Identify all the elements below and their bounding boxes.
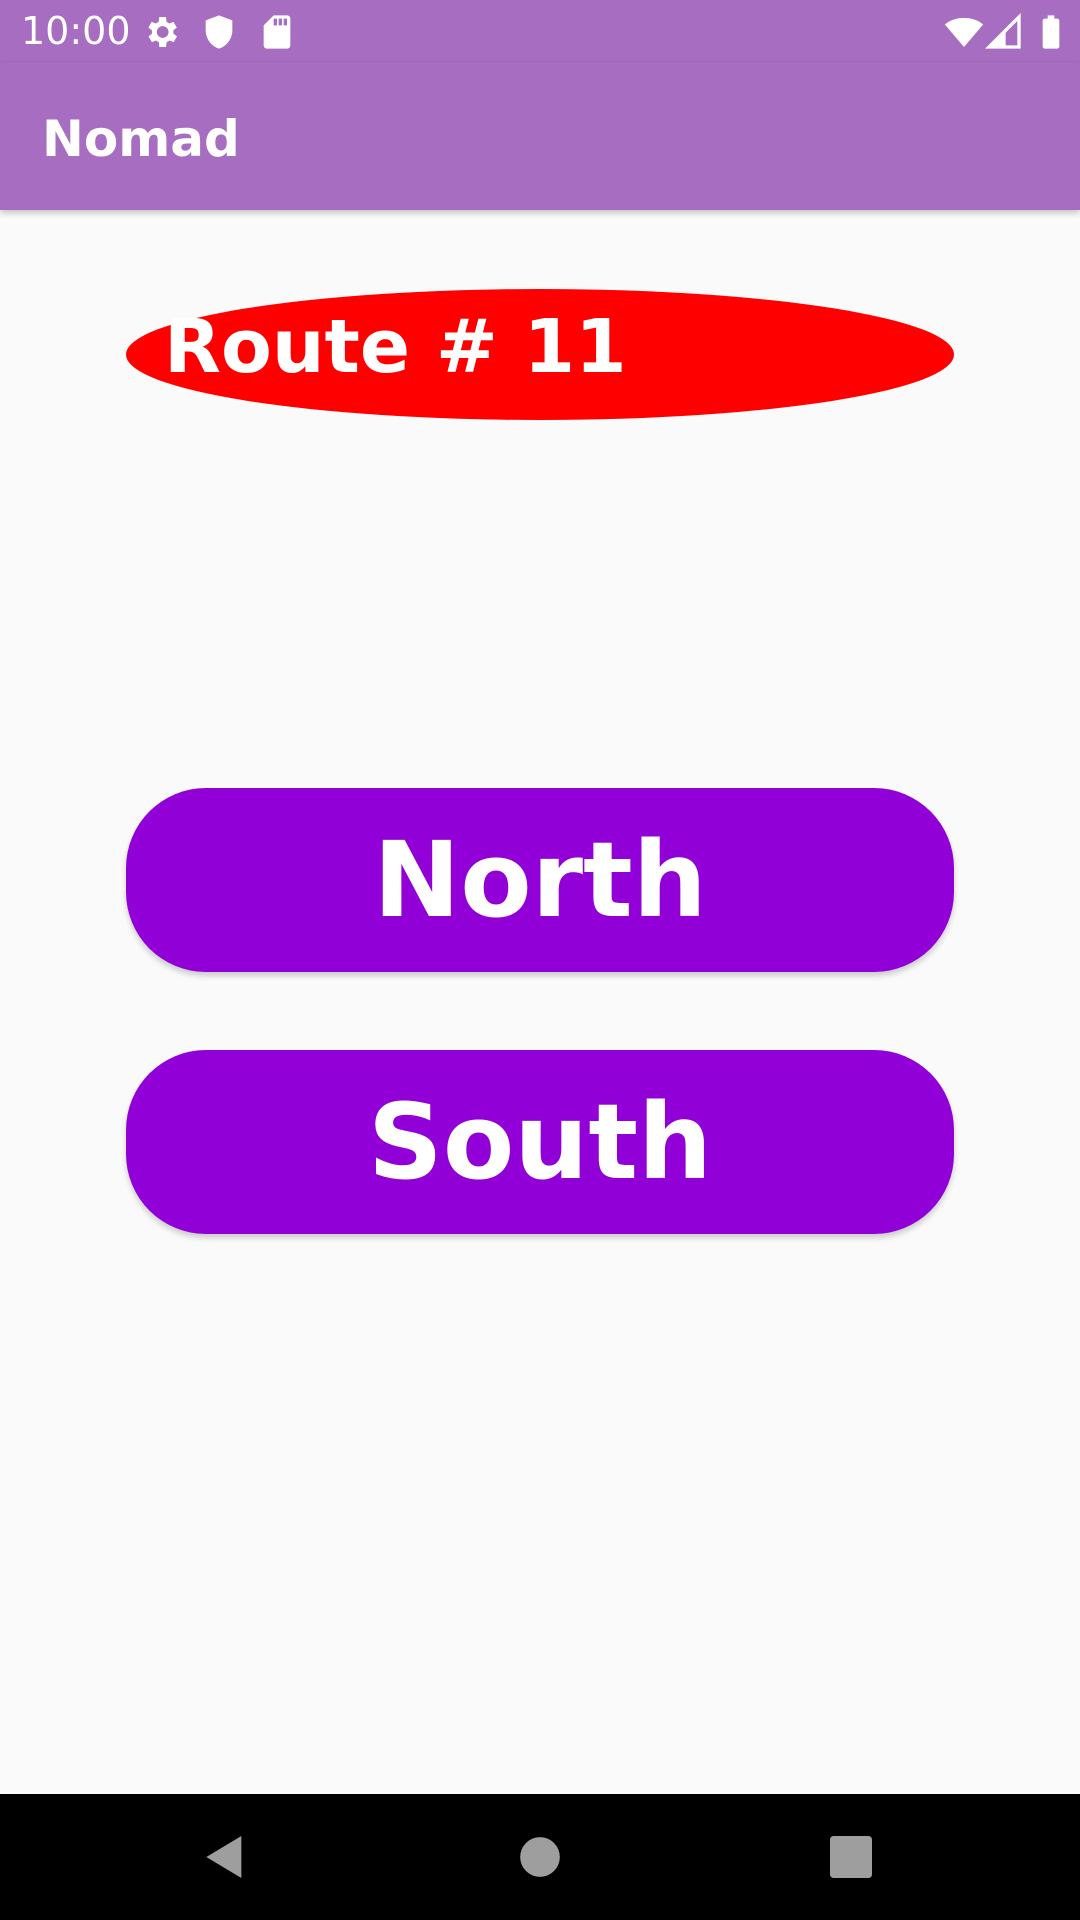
south-button[interactable]: South <box>126 1050 954 1234</box>
status-bar: 10:00 <box>0 0 1080 63</box>
recents-icon[interactable] <box>816 1822 886 1892</box>
wifi-icon <box>944 12 984 52</box>
back-icon[interactable] <box>190 1822 260 1892</box>
cell-signal-icon <box>984 12 1024 52</box>
route-label: Route # 11 <box>164 304 627 390</box>
app-title: Nomad <box>42 110 240 168</box>
navigation-bar <box>0 1794 1080 1920</box>
sd-card-icon <box>257 12 297 52</box>
gear-icon <box>141 12 181 52</box>
north-button[interactable]: North <box>126 788 954 972</box>
shield-icon <box>199 12 239 52</box>
status-time: 10:00 <box>21 9 131 53</box>
battery-icon <box>1031 12 1071 52</box>
app-bar: Nomad <box>0 63 1080 210</box>
home-icon[interactable] <box>505 1822 575 1892</box>
